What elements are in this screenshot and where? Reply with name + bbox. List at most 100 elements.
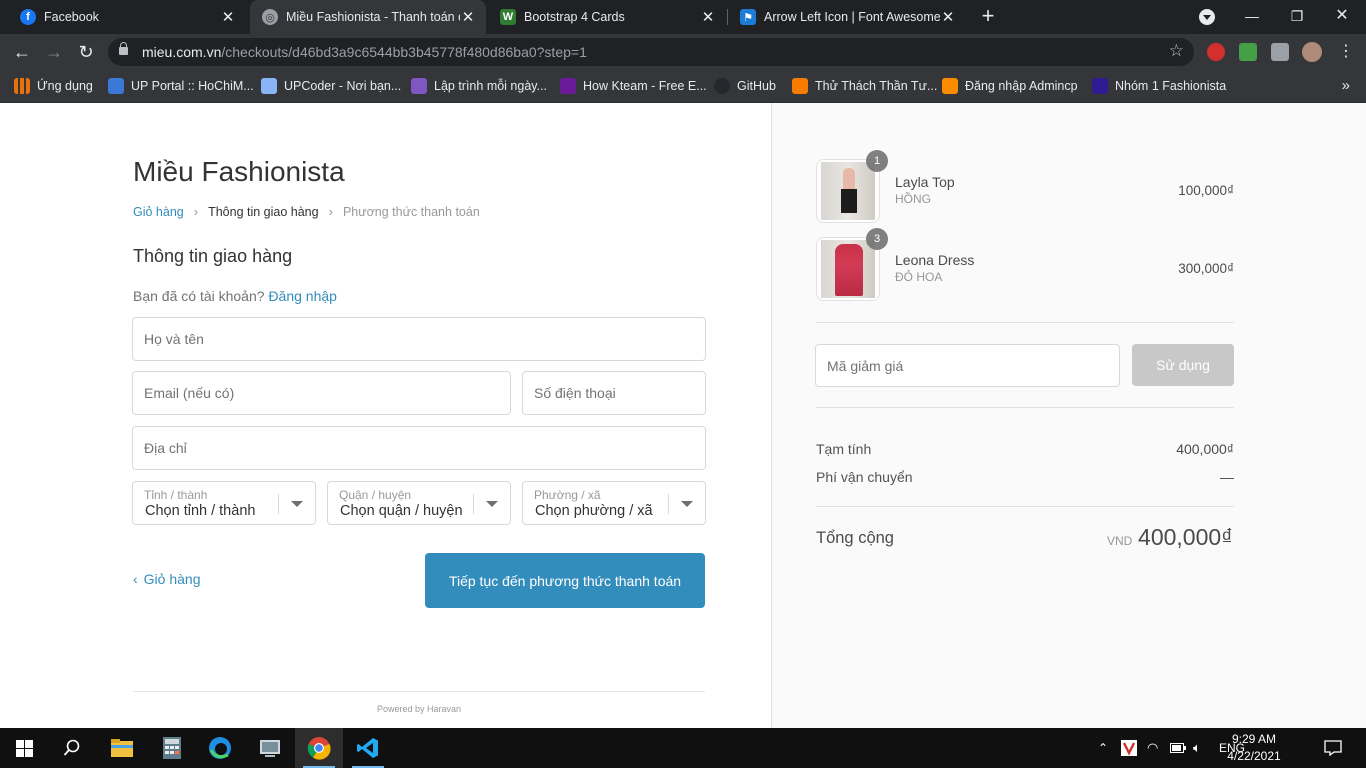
notification-icon[interactable] [1324,728,1342,768]
windows-start-icon[interactable] [0,728,48,768]
bookmark-thuthach[interactable]: Thử Thách Thần Tư... [792,76,937,96]
edge-icon[interactable] [196,728,244,768]
close-tab-icon[interactable]: ✕ [700,8,716,26]
chevron-up-icon[interactable]: ⌃ [1098,728,1108,768]
vscode-icon[interactable] [344,728,392,768]
facebook-icon: f [20,9,36,25]
bookmark-kteam[interactable]: How Kteam - Free E... [560,76,707,96]
product-dress-shape [835,244,863,296]
up-portal-icon [108,78,124,94]
chevron-left-icon: ‹ [133,571,138,587]
discount-input[interactable] [816,345,1119,386]
close-tab-icon[interactable]: ✕ [460,8,476,26]
bookmark-upcoder[interactable]: UPCoder - Nơi bạn... [261,76,401,96]
close-tab-icon[interactable]: ✕ [220,8,236,26]
bookmark-admincp[interactable]: Đăng nhập Admincp [942,76,1078,96]
bookmark-nhom1[interactable]: Nhóm 1 Fashionista [1092,76,1226,96]
discount-field[interactable] [815,344,1120,387]
phone-input[interactable] [523,372,705,414]
bookmark-laptrinh[interactable]: Lập trình mỗi ngày... [411,76,547,96]
login-link[interactable]: Đăng nhập [268,288,337,304]
bookmark-star-icon[interactable]: ☆ [1169,41,1184,61]
caret-down-icon [681,501,693,507]
select-divider [668,494,669,514]
fullname-field[interactable] [132,317,706,361]
minimize-icon[interactable]: — [1232,0,1272,34]
antivirus-icon[interactable] [1121,728,1137,768]
extension-icon[interactable] [1207,43,1225,61]
breadcrumb-cart[interactable]: Giỏ hàng [133,205,184,219]
new-tab-icon[interactable]: + [976,4,1000,28]
file-explorer-icon[interactable] [98,728,146,768]
menu-kebab-icon[interactable]: ⋮ [1334,40,1358,64]
chrome-taskbar-icon[interactable] [295,728,343,768]
product-name: Leona Dress [895,252,975,268]
summary-divider [816,322,1234,323]
district-select[interactable]: Quận / huyện Chọn quận / huyện [327,481,511,525]
login-prompt-text: Bạn đã có tài khoản? [133,288,265,304]
back-to-cart-link[interactable]: ‹ Giỏ hàng [133,571,201,587]
tab-title: Facebook [44,10,99,24]
email-input[interactable] [133,372,510,414]
continue-to-payment-button[interactable]: Tiếp tục đến phương thức thanh toán [425,553,705,608]
upcoder-icon [261,78,277,94]
fullname-input[interactable] [133,318,705,360]
close-tab-icon[interactable]: ✕ [940,8,956,26]
more-bookmarks-icon[interactable]: » [1342,77,1350,94]
avatar[interactable] [1302,42,1322,62]
product-item: 3 Leona Dress ĐỎ HOA 300,000₫ [816,228,1234,301]
province-select[interactable]: Tỉnh / thành Chọn tỉnh / thành [132,481,316,525]
search-icon[interactable] [48,728,96,768]
clock-date: 4/22/2021 [1227,749,1281,763]
bookmark-up-portal[interactable]: UP Portal :: HoChiM... [108,76,254,96]
ward-label: Phường / xã [534,488,601,502]
bookmark-label: Nhóm 1 Fashionista [1115,79,1227,93]
tab-fontawesome[interactable]: ⚑ Arrow Left Icon | Font Awesome ✕ [728,0,966,34]
restore-icon[interactable]: ❐ [1277,0,1317,34]
shipping-label: Phí vận chuyển [816,469,913,485]
wifi-icon[interactable]: ◠ [1147,728,1158,768]
calculator-icon[interactable] [148,728,196,768]
reload-icon[interactable]: ↻ [74,40,98,64]
tab-title: Miều Fashionista - Thanh toán đơ [286,10,460,24]
back-arrow-icon[interactable]: ← [10,40,34,64]
address-bar[interactable]: mieu.com.vn/checkouts/d46bd3a9c6544bb3b4… [108,38,1194,66]
address-input[interactable] [133,427,705,469]
phone-field[interactable] [522,371,706,415]
forward-arrow-icon[interactable]: → [42,40,66,64]
product-price: 100,000₫ [1178,183,1234,198]
extension-icon[interactable] [1239,43,1257,61]
shop-title[interactable]: Miều Fashionista [133,156,345,188]
bookmark-github[interactable]: GitHub [714,76,776,96]
footer-divider [133,691,705,692]
url-text: mieu.com.vn/checkouts/d46bd3a9c6544bb3b4… [142,44,587,60]
bookmark-label: Ứng dụng [37,79,93,93]
control-panel-icon[interactable] [246,728,294,768]
puzzle-icon[interactable] [1271,43,1289,61]
bookmark-label: How Kteam - Free E... [583,79,707,93]
shipping-value: — [1220,469,1234,485]
apply-discount-button[interactable]: Sử dụng [1132,344,1234,386]
ward-select[interactable]: Phường / xã Chọn phường / xã [522,481,706,525]
total-label: Tổng cộng [816,529,894,547]
battery-icon[interactable] [1170,728,1186,768]
close-window-icon[interactable]: ✕ [1322,0,1362,34]
address-field[interactable] [132,426,706,470]
clock[interactable]: 9:29 AM 4/22/2021 [1214,731,1294,765]
ward-value: Chọn phường / xã [535,503,653,519]
bookmarks-bar: Ứng dụng UP Portal :: HoChiM... UPCoder … [0,70,1366,103]
browser-toolbar: ← → ↻ mieu.com.vn/checkouts/d46bd3a9c654… [0,34,1366,70]
tab-search-icon[interactable] [1199,9,1215,25]
laptrinh-icon [411,78,427,94]
chevron-right-icon: › [328,204,333,219]
apps-grid-icon [14,78,30,94]
volume-icon[interactable]: 🔈︎ [1193,728,1201,768]
tab-checkout[interactable]: ◎ Miều Fashionista - Thanh toán đơ ✕ [250,0,486,34]
breadcrumb-shipping: Thông tin giao hàng [208,204,319,219]
windows-taskbar: ⌃ ◠ 🔈︎ ENG 9:29 AM 4/22/2021 [0,728,1366,768]
bookmark-apps[interactable]: Ứng dụng [14,76,93,96]
tab-facebook[interactable]: f Facebook ✕ [8,0,246,34]
email-field[interactable] [132,371,511,415]
total-value: 400,000₫ [1138,524,1233,550]
tab-bootstrap[interactable]: W Bootstrap 4 Cards ✕ [488,0,726,34]
